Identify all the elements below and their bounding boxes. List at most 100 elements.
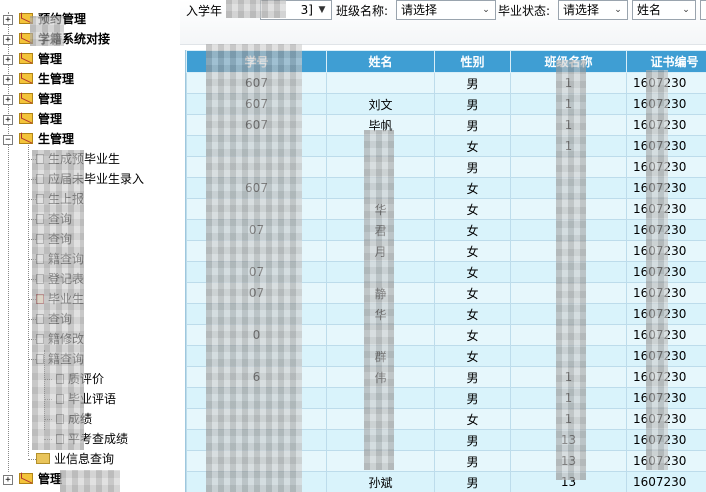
cell-cert-no: 1607230 xyxy=(626,135,706,157)
col-header-class-name[interactable]: 班级名称 xyxy=(510,50,627,73)
navigation-tree: + 预约管理 + 学籍系统对接 + 管理 + 生管理 + 管理 + 管理 − 生管理 生成预毕业生 应届未毕业… xyxy=(0,0,180,492)
table-row[interactable]: 男 1 1607230 xyxy=(186,387,706,409)
expand-icon[interactable]: + xyxy=(3,75,13,85)
table-row[interactable]: 孙斌男 13 1607230 xyxy=(186,471,706,492)
tree-item[interactable]: + 管理 xyxy=(0,90,180,109)
chevron-down-icon: ⌄ xyxy=(482,5,490,15)
tree-item[interactable]: 登记表 xyxy=(0,270,180,289)
tree-connector xyxy=(28,319,36,320)
tree-item[interactable]: 生成预毕业生 xyxy=(0,150,180,169)
cell-student-id: 607 xyxy=(186,177,327,199)
table-row[interactable]: 607 女 1607230 xyxy=(186,177,706,199)
grad-status-select[interactable]: 请选择 ⌄ xyxy=(558,0,628,20)
col-header-name[interactable]: 姓名 xyxy=(326,50,435,73)
tree-item[interactable]: 籍修改 xyxy=(0,330,180,349)
tree-item[interactable]: 毕业生 xyxy=(0,290,180,309)
cell-gender: 男 xyxy=(434,387,511,409)
tree-item[interactable]: 籍查询 xyxy=(0,250,180,269)
cell-name: 伟 xyxy=(326,366,435,388)
cell-gender: 男 xyxy=(434,72,511,94)
table-row[interactable]: 女 1 1607230 xyxy=(186,408,706,430)
tree-item[interactable]: 查询 xyxy=(0,230,180,249)
table-row[interactable]: 月女 1607230 xyxy=(186,240,706,262)
table-row[interactable]: 607 刘文男 1 1607230 xyxy=(186,93,706,115)
cell-class-name xyxy=(510,219,627,241)
cell-gender: 女 xyxy=(434,324,511,346)
col-header-gender[interactable]: 性别 xyxy=(434,50,511,73)
cell-student-id: 607 xyxy=(186,72,327,94)
tree-item[interactable]: 毕业评语 xyxy=(0,390,180,409)
search-field-value: 姓名 xyxy=(637,3,662,17)
tree-item[interactable]: + 学籍系统对接 xyxy=(0,30,180,49)
table-row[interactable]: 男 1607230 xyxy=(186,156,706,178)
expand-icon[interactable]: + xyxy=(3,55,13,65)
tree-item[interactable]: 生上报 xyxy=(0,190,180,209)
cell-cert-no: 1607230 xyxy=(626,282,706,304)
table-row[interactable]: 07 君女 1607230 xyxy=(186,219,706,241)
cell-cert-no: 1607230 xyxy=(626,156,706,178)
cell-student-id xyxy=(186,387,327,409)
tree-connector xyxy=(28,199,36,200)
expand-icon[interactable]: + xyxy=(3,95,13,105)
cell-name xyxy=(326,429,435,451)
col-header-cert-no[interactable]: 证书编号 xyxy=(626,50,706,73)
search-field-select[interactable]: 姓名 ⌄ xyxy=(632,0,696,20)
table-row[interactable]: 女 1 1607230 xyxy=(186,135,706,157)
cell-name xyxy=(326,324,435,346)
cell-gender: 女 xyxy=(434,408,511,430)
table-row[interactable]: 男 13 1607230 xyxy=(186,450,706,472)
cell-gender: 女 xyxy=(434,345,511,367)
cell-student-id: 0 xyxy=(186,324,327,346)
table-row[interactable]: 华女 1607230 xyxy=(186,198,706,220)
enroll-year-select[interactable]: 3] ▼ xyxy=(260,0,332,20)
cell-student-id xyxy=(186,345,327,367)
cell-cert-no: 1607230 xyxy=(626,429,706,451)
tree-item[interactable]: + 预约管理 xyxy=(0,10,180,29)
expand-icon[interactable]: + xyxy=(3,35,13,45)
tree-item[interactable]: 应届未毕业生录入 xyxy=(0,170,180,189)
cell-cert-no: 1607230 xyxy=(626,198,706,220)
tree-item[interactable]: + 生管理 xyxy=(0,70,180,89)
expand-icon[interactable]: + xyxy=(3,15,13,25)
cell-cert-no: 1607230 xyxy=(626,93,706,115)
table-row[interactable]: 07 静女 1607230 xyxy=(186,282,706,304)
tree-item[interactable]: + 管理 xyxy=(0,110,180,129)
table-row[interactable]: 607 毕帆男 1 1607230 xyxy=(186,114,706,136)
cell-student-id xyxy=(186,240,327,262)
cell-class-name: 1 xyxy=(510,387,627,409)
tree-item-label: 预约管理 xyxy=(38,12,87,26)
expand-icon[interactable]: + xyxy=(3,475,13,485)
envelope-icon xyxy=(19,13,33,24)
table-row[interactable]: 0 女 1607230 xyxy=(186,324,706,346)
tree-connector xyxy=(28,299,36,300)
tree-item[interactable]: 查询 xyxy=(0,310,180,329)
tree-item[interactable]: 籍查询 xyxy=(0,350,180,369)
table-row[interactable]: 华女 1607230 xyxy=(186,303,706,325)
enroll-year-value: 3] xyxy=(300,3,313,17)
cell-cert-no: 1607230 xyxy=(626,240,706,262)
table-row[interactable]: 07 女 1607230 xyxy=(186,261,706,283)
class-name-select[interactable]: 请选择 ⌄ xyxy=(396,0,496,20)
expand-icon[interactable]: + xyxy=(3,115,13,125)
cell-gender: 男 xyxy=(434,114,511,136)
tree-item[interactable]: 成绩 xyxy=(0,410,180,429)
tree-item[interactable]: 业信息查询 xyxy=(0,450,180,469)
tree-item[interactable]: + 管理 xyxy=(0,470,180,489)
cell-gender: 女 xyxy=(434,219,511,241)
search-input[interactable] xyxy=(700,0,706,20)
table-row[interactable]: 6 伟男 1 1607230 xyxy=(186,366,706,388)
table-row[interactable]: 607 男 1 1607230 xyxy=(186,72,706,94)
tree-connector xyxy=(28,459,36,460)
tree-item[interactable]: + 管理 xyxy=(0,50,180,69)
table-row[interactable]: 群女 1607230 xyxy=(186,345,706,367)
tree-connector xyxy=(44,379,52,380)
cell-class-name: 1 xyxy=(510,72,627,94)
tree-item[interactable]: 平考查成绩 xyxy=(0,430,180,449)
tree-item[interactable]: 质评价 xyxy=(0,370,180,389)
tree-item[interactable]: − 生管理 xyxy=(0,130,180,149)
page-icon xyxy=(56,394,64,404)
col-header-student-id[interactable]: 学号 xyxy=(186,50,327,73)
tree-item[interactable]: 查询 xyxy=(0,210,180,229)
collapse-icon[interactable]: − xyxy=(3,135,13,145)
table-row[interactable]: 男 13 1607230 xyxy=(186,429,706,451)
